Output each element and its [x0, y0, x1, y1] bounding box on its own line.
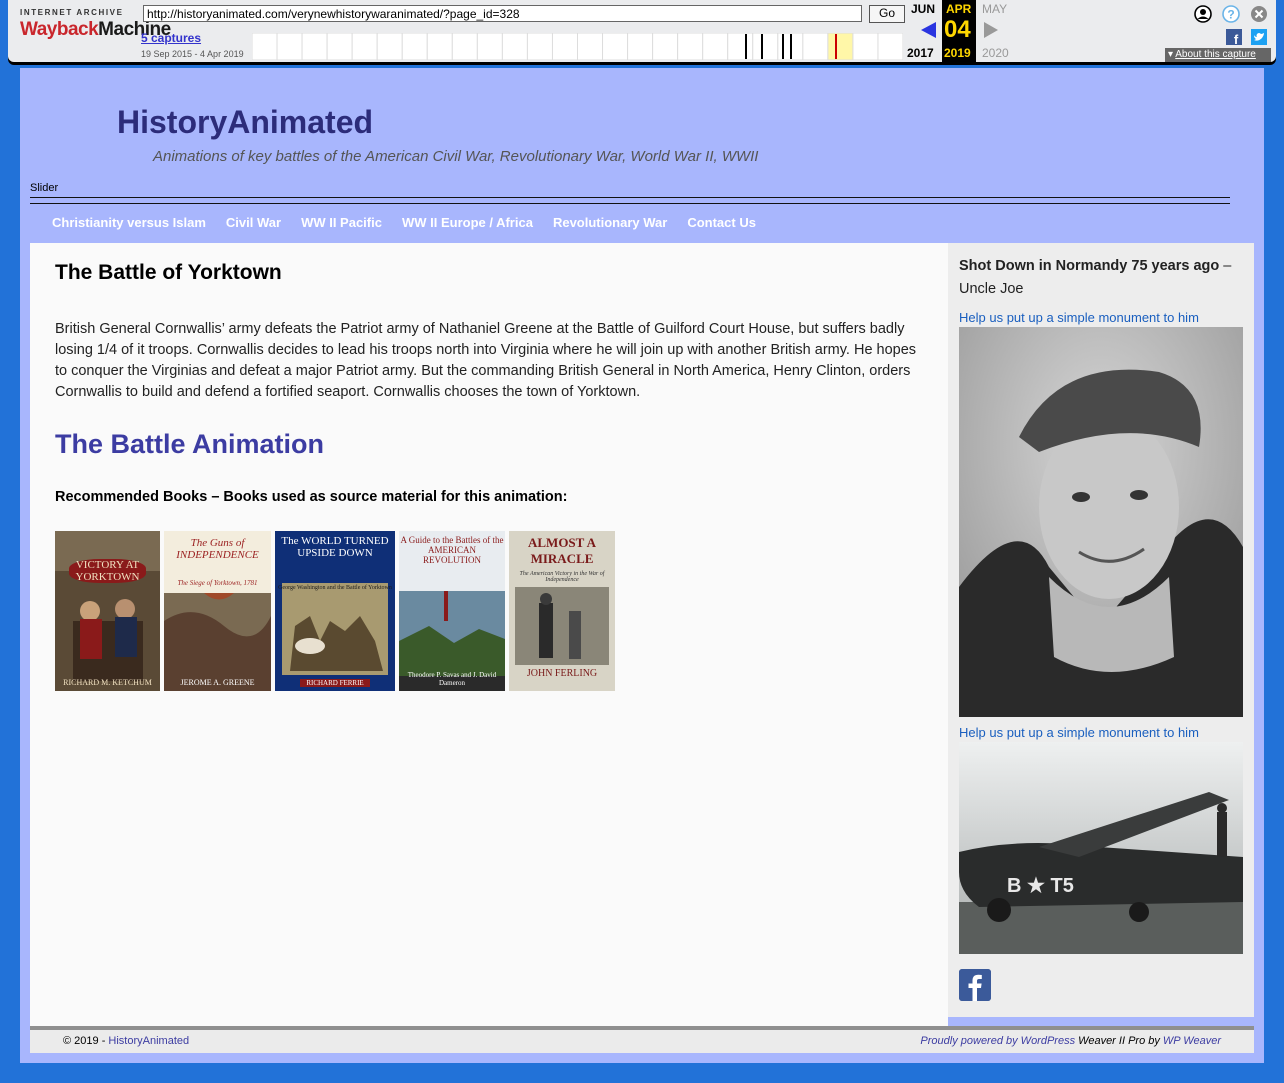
nav-item-ww2-europe-africa[interactable]: WW II Europe / Africa: [392, 215, 543, 231]
book-cover[interactable]: The WORLD TURNED UPSIDE DOWN George Wash…: [275, 531, 395, 691]
soldier-portrait-photo[interactable]: [959, 327, 1243, 717]
current-month-label: APR: [946, 2, 972, 16]
site-title[interactable]: HistoryAnimated: [117, 104, 373, 141]
sparkline-month-cell: [852, 33, 879, 60]
sparkline-month-cell: [426, 33, 453, 60]
animation-heading: The Battle Animation: [55, 429, 325, 459]
book-cover[interactable]: VICTORY AT YORKTOWN RICHARD M. KETCHUM: [55, 531, 160, 691]
monument-link[interactable]: Help us put up a simple monument to him: [959, 310, 1199, 325]
next-capture-arrow-icon: [984, 22, 998, 38]
svg-text:f: f: [1234, 32, 1239, 45]
facebook-icon[interactable]: f: [1226, 29, 1242, 45]
sparkline-month-cell: [451, 33, 478, 60]
post-body: British General Cornwallis’ army defeats…: [55, 321, 917, 400]
post-title: The Battle of Yorktown: [55, 261, 282, 284]
sparkline-month-cell: [252, 33, 278, 60]
twitter-icon[interactable]: [1251, 29, 1267, 45]
sparkline-month-cell: [376, 33, 403, 60]
sparkline-month-cell: [677, 33, 704, 60]
main-content: The Battle of Yorktown British General C…: [30, 243, 948, 1028]
sparkline-month-cell: [752, 33, 779, 60]
monument-link[interactable]: Help us put up a simple monument to him: [959, 725, 1199, 740]
close-icon[interactable]: [1250, 5, 1268, 23]
site-description: Animations of key battles of the America…: [153, 148, 759, 165]
capture-sparkline[interactable]: [252, 33, 903, 60]
sparkline-month-cell: [602, 33, 629, 60]
prev-year-label[interactable]: 2017: [907, 46, 934, 60]
wayback-logo[interactable]: INTERNET ARCHIVE WaybackMachine: [20, 8, 171, 52]
sparkline-month-cell: [877, 33, 903, 60]
sparkline-month-cell: [301, 33, 328, 60]
about-capture-button[interactable]: ▾ About this capture: [1165, 48, 1271, 62]
sidebar-widget-title: Shot Down in Normandy 75 years ago – Unc…: [959, 258, 1232, 297]
nav-item-civil-war[interactable]: Civil War: [216, 215, 291, 231]
book-cover[interactable]: ALMOST A MIRACLE The American Victory in…: [509, 531, 615, 691]
capture-mark[interactable]: [761, 34, 763, 59]
capture-date-range: 19 Sep 2015 - 4 Apr 2019: [141, 49, 244, 59]
books-heading: Recommended Books – Books used as source…: [55, 489, 568, 505]
next-month-label: MAY: [982, 2, 1008, 16]
sparkline-month-cell: [652, 33, 679, 60]
wordpress-link[interactable]: Proudly powered by WordPress: [920, 1035, 1075, 1047]
captures-link[interactable]: 5 captures: [141, 31, 201, 45]
sparkline-month-cell: [401, 33, 428, 60]
facebook-icon[interactable]: [959, 969, 991, 1001]
slider-label: Slider: [30, 182, 59, 194]
sparkline-month-cell: [727, 33, 754, 60]
site-footer: © 2019 - HistoryAnimated Proudly powered…: [30, 1026, 1254, 1053]
header-divider: [30, 203, 1230, 204]
sparkline-month-cell: [627, 33, 654, 60]
page-wrapper: HistoryAnimated Animations of key battle…: [20, 68, 1264, 1063]
sparkline-month-cell: [802, 33, 829, 60]
wayback-url-input[interactable]: [143, 5, 862, 22]
main-nav: Christianity versus Islam Civil War WW I…: [42, 215, 766, 231]
svg-text:B ★ T5: B ★ T5: [1007, 875, 1074, 897]
capture-mark[interactable]: [782, 34, 784, 59]
copyright: © 2019 - HistoryAnimated: [63, 1035, 190, 1047]
p47-airplane-photo[interactable]: B ★ T5: [959, 742, 1243, 954]
sparkline-month-cell: [702, 33, 729, 60]
header-divider: [30, 197, 1230, 198]
capture-mark[interactable]: [745, 34, 747, 59]
svg-text:?: ?: [1227, 8, 1234, 22]
current-year-label: 2019: [944, 46, 971, 60]
sparkline-month-cell: [276, 33, 303, 60]
sparkline-month-cell: [326, 33, 353, 60]
sparkline-month-cell: [551, 33, 579, 60]
go-button[interactable]: Go: [869, 5, 905, 23]
capture-mark[interactable]: [835, 34, 837, 59]
book-cover[interactable]: The Guns of INDEPENDENCE The Siege of Yo…: [164, 531, 271, 691]
wayback-toolbar: INTERNET ARCHIVE WaybackMachine Go 5 cap…: [8, 0, 1276, 62]
nav-item-contact-us[interactable]: Contact Us: [677, 215, 766, 231]
nav-item-christianity-versus-islam[interactable]: Christianity versus Islam: [42, 215, 216, 231]
next-year-label: 2020: [982, 46, 1009, 60]
help-icon[interactable]: ?: [1222, 5, 1240, 23]
sparkline-month-cell: [501, 33, 528, 60]
sparkline-month-cell: [577, 33, 604, 60]
nav-item-revolutionary-war[interactable]: Revolutionary War: [543, 215, 677, 231]
sparkline-month-cell: [351, 33, 378, 60]
current-day-label: 04: [944, 16, 971, 43]
sparkline-month-cell: [827, 33, 854, 60]
prev-capture-arrow-icon[interactable]: [921, 22, 937, 38]
wayback-machine-label: WaybackMachine: [20, 19, 171, 40]
internet-archive-label: INTERNET ARCHIVE: [20, 8, 124, 17]
footer-site-link[interactable]: HistoryAnimated: [108, 1035, 189, 1047]
capture-mark[interactable]: [790, 34, 792, 59]
book-cover-art: [55, 531, 160, 691]
powered-by: Proudly powered by WordPress Weaver II P…: [920, 1035, 1221, 1047]
sparkline-month-cell: [476, 33, 503, 60]
book-cover[interactable]: A Guide to the Battles of the AMERICAN R…: [399, 531, 505, 691]
nav-item-ww2-pacific[interactable]: WW II Pacific: [291, 215, 392, 231]
user-icon[interactable]: [1194, 5, 1212, 23]
wp-weaver-link[interactable]: WP Weaver: [1163, 1035, 1221, 1047]
sparkline-month-cell: [526, 33, 553, 60]
prev-month-label[interactable]: JUN: [911, 2, 935, 16]
sidebar: Shot Down in Normandy 75 years ago – Unc…: [948, 243, 1254, 1017]
